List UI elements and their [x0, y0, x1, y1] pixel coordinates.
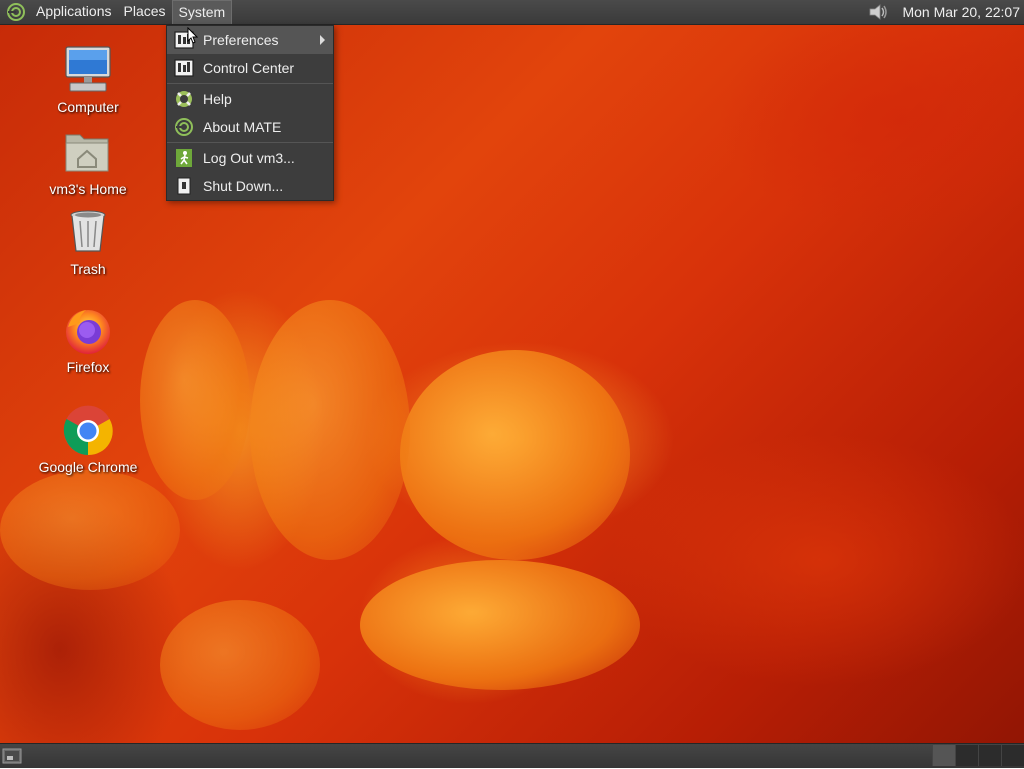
desktop-icon-home[interactable]: vm3's Home: [33, 127, 143, 197]
menu-separator: [167, 142, 333, 143]
top-panel: Applications Places System Mon Mar 20, 2…: [0, 0, 1024, 25]
system-menu[interactable]: System: [171, 0, 233, 24]
menu-item-label: About MATE: [203, 119, 282, 135]
workspace-switcher: [932, 745, 1024, 766]
applications-menu[interactable]: Applications: [30, 0, 118, 24]
desktop-icon-trash[interactable]: Trash: [33, 207, 143, 277]
mate-logo-icon: [174, 117, 194, 137]
system-dropdown-menu: Preferences Control Center Help About MA…: [166, 25, 334, 201]
logout-icon: [174, 148, 194, 168]
mate-logo-icon[interactable]: [6, 2, 26, 22]
menu-item-label: Control Center: [203, 60, 295, 76]
menu-item-log-out[interactable]: Log Out vm3...: [167, 144, 333, 172]
home-folder-icon: [62, 127, 114, 179]
desktop-icon-chrome[interactable]: Google Chrome: [33, 405, 143, 475]
mouse-cursor-icon: [187, 27, 199, 44]
desktop-icon-label: Trash: [70, 261, 106, 277]
chrome-icon: [62, 405, 114, 457]
menu-item-label: Shut Down...: [203, 178, 284, 194]
clock[interactable]: Mon Mar 20, 22:07: [896, 4, 1024, 20]
workspace-4[interactable]: [1001, 745, 1024, 766]
menu-separator: [167, 83, 333, 84]
trash-icon: [62, 207, 114, 259]
submenu-arrow-icon: [320, 35, 325, 45]
desktop-icon-firefox[interactable]: Firefox: [33, 305, 143, 375]
menu-item-shut-down[interactable]: Shut Down...: [167, 172, 333, 200]
desktop-icon-label: Google Chrome: [38, 459, 138, 475]
desktop-icon-label: Firefox: [66, 359, 110, 375]
help-lifebuoy-icon: [174, 89, 194, 109]
places-menu[interactable]: Places: [118, 0, 172, 24]
menu-item-control-center[interactable]: Control Center: [167, 54, 333, 82]
desktop-wallpaper: [0, 0, 1024, 768]
bottom-panel: [0, 743, 1024, 768]
firefox-icon: [62, 305, 114, 357]
menu-item-label: Log Out vm3...: [203, 150, 295, 166]
desktop-icon-computer[interactable]: Computer: [33, 45, 143, 115]
volume-icon[interactable]: [866, 1, 890, 23]
computer-icon: [62, 45, 114, 97]
workspace-1[interactable]: [932, 745, 955, 766]
shutdown-icon: [174, 176, 194, 196]
desktop-icon-label: Computer: [57, 99, 119, 115]
show-desktop-icon[interactable]: [2, 747, 22, 765]
menu-item-label: Preferences: [203, 32, 279, 48]
menu-item-label: Help: [203, 91, 232, 107]
desktop-icon-label: vm3's Home: [49, 181, 127, 197]
menu-item-help[interactable]: Help: [167, 85, 333, 113]
menu-item-about-mate[interactable]: About MATE: [167, 113, 333, 141]
control-center-icon: [174, 58, 194, 78]
workspace-2[interactable]: [955, 745, 978, 766]
workspace-3[interactable]: [978, 745, 1001, 766]
